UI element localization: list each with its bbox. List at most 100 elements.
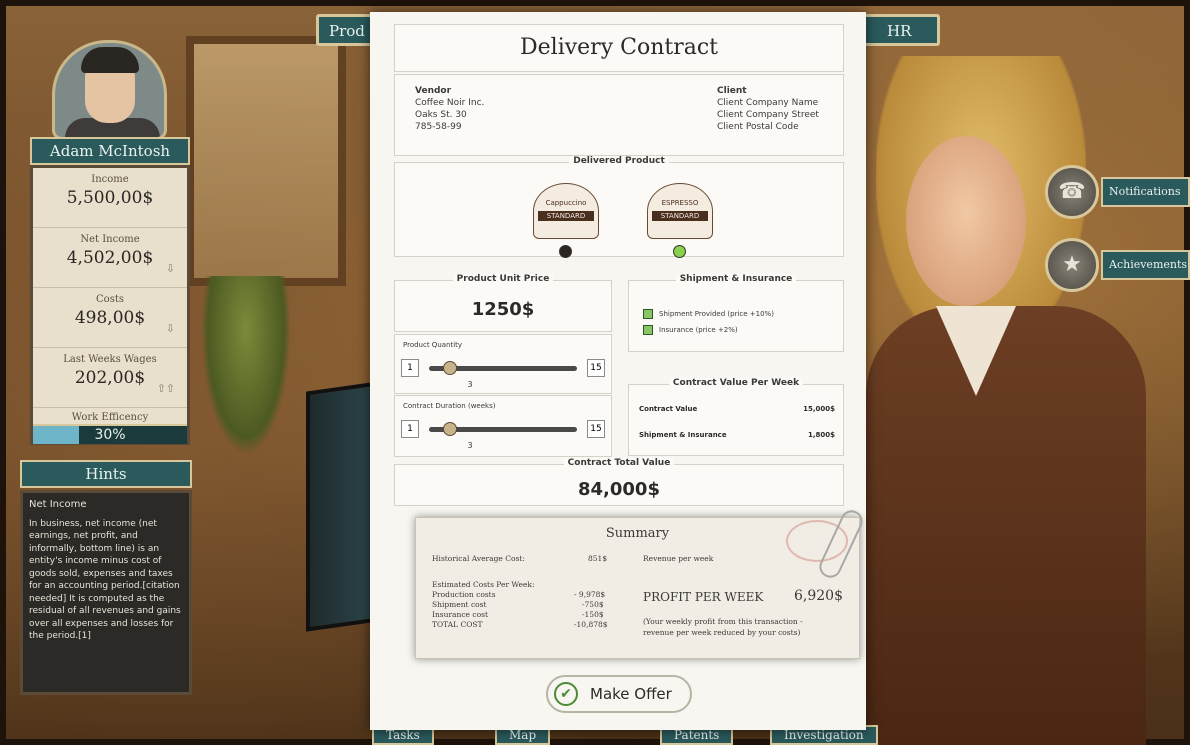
shipment-insurance-box: Shipment & Insurance Shipment Provided (… bbox=[628, 274, 844, 352]
checkmark-icon: ✔ bbox=[554, 682, 578, 706]
avatar-hair bbox=[81, 47, 139, 73]
star-badge-icon: ★ bbox=[1045, 238, 1099, 292]
hints-panel: Net Income In business, net income (net … bbox=[20, 490, 192, 695]
profit-label: PROFIT PER WEEK bbox=[643, 590, 764, 604]
value-per-week-title: Contract Value Per Week bbox=[629, 378, 843, 388]
quantity-box: Product Quantity 1 15 3 bbox=[394, 334, 612, 394]
stat-net-income: Net Income 4,502,00$ ⇩ bbox=[33, 228, 187, 288]
insurance-checkbox[interactable] bbox=[643, 325, 653, 335]
trend-up-icon: ⇧⇧ bbox=[156, 382, 175, 395]
insurance-option-label: Insurance (price +2%) bbox=[659, 326, 738, 334]
tab-hr[interactable]: HR bbox=[862, 14, 940, 46]
stat-costs: Costs 498,00$ ⇩ bbox=[33, 288, 187, 348]
shipment-value-row: Shipment & Insurance 1,800$ bbox=[639, 431, 835, 439]
quantity-min: 1 bbox=[401, 359, 419, 377]
row-label: Shipment & Insurance bbox=[639, 431, 727, 439]
stats-panel: Income 5,500,00$ Net Income 4,502,00$ ⇩ … bbox=[30, 165, 190, 445]
quantity-value: 3 bbox=[467, 380, 473, 389]
total-value-title: Contract Total Value bbox=[395, 458, 843, 468]
efficiency-bar: 30% bbox=[33, 424, 187, 444]
trend-down-icon: ⇩ bbox=[165, 262, 175, 275]
revenue-label: Revenue per week bbox=[643, 554, 714, 563]
character-face bbox=[906, 136, 1026, 306]
vendor-label: Vendor bbox=[415, 86, 452, 96]
stat-label: Costs bbox=[96, 294, 124, 305]
product-name: Cappuccino bbox=[545, 199, 587, 207]
unit-price-value[interactable]: 1250$ bbox=[395, 299, 611, 320]
potted-plant bbox=[201, 276, 291, 456]
player-avatar bbox=[52, 40, 167, 140]
contract-parties: Vendor Coffee Noir Inc. Oaks St. 30 785-… bbox=[394, 74, 844, 156]
duration-min: 1 bbox=[401, 420, 419, 438]
client-label: Client bbox=[717, 86, 747, 96]
notifications-label: Notifications bbox=[1101, 177, 1190, 207]
shipment-option-label: Shipment Provided (price +10%) bbox=[659, 310, 774, 318]
quantity-max: 15 bbox=[587, 359, 605, 377]
total-value: 84,000$ bbox=[578, 479, 660, 500]
duration-slider-handle[interactable] bbox=[443, 422, 458, 436]
telephone-icon: ☎ bbox=[1045, 165, 1099, 219]
stat-label: Last Weeks Wages bbox=[63, 354, 157, 365]
cost-label: Shipment cost bbox=[432, 600, 487, 609]
vendor-street: Oaks St. 30 bbox=[415, 110, 467, 120]
hint-body: In business, net income (net earnings, n… bbox=[29, 518, 181, 642]
product-tier: STANDARD bbox=[652, 211, 708, 221]
product-radio-cappuccino[interactable] bbox=[559, 245, 572, 258]
shipment-checkbox[interactable] bbox=[643, 309, 653, 319]
cost-label: TOTAL COST bbox=[432, 620, 483, 629]
cost-value: -150$ bbox=[582, 610, 604, 619]
achievements-label: Achievements bbox=[1101, 250, 1190, 280]
efficiency-label: Work Efficency bbox=[71, 412, 149, 423]
row-value: 15,000$ bbox=[803, 405, 835, 413]
notifications-button[interactable]: Notifications ☎ bbox=[1045, 165, 1190, 219]
cost-label: Insurance cost bbox=[432, 610, 488, 619]
duration-label: Contract Duration (weeks) bbox=[403, 402, 496, 410]
stat-value: 498,00$ bbox=[74, 308, 146, 328]
duration-max: 15 bbox=[587, 420, 605, 438]
costs-header: Estimated Costs Per Week: bbox=[432, 580, 535, 589]
summary-card: Summary Historical Average Cost: 851$ Re… bbox=[415, 517, 860, 659]
total-value-box: Contract Total Value 84,000$ bbox=[394, 458, 844, 506]
stat-label: Income bbox=[91, 174, 129, 185]
efficiency-value: 30% bbox=[94, 427, 126, 443]
shipment-title: Shipment & Insurance bbox=[629, 274, 843, 284]
client-street: Client Company Street bbox=[717, 110, 819, 120]
contract-value-row: Contract Value 15,000$ bbox=[639, 405, 835, 413]
quantity-label: Product Quantity bbox=[403, 341, 463, 349]
client-character bbox=[866, 26, 1190, 745]
delivered-product-title: Delivered Product bbox=[395, 156, 843, 166]
make-offer-label: Make Offer bbox=[590, 685, 672, 703]
profit-note: (Your weekly profit from this transactio… bbox=[643, 617, 803, 626]
stat-value: 5,500,00$ bbox=[66, 188, 154, 208]
value-per-week-box: Contract Value Per Week Contract Value 1… bbox=[628, 378, 844, 456]
office-window bbox=[186, 36, 346, 286]
espresso-logo[interactable]: ESPRESSO STANDARD bbox=[647, 183, 713, 239]
vendor-info: Vendor Coffee Noir Inc. Oaks St. 30 785-… bbox=[415, 85, 484, 133]
stat-income: Income 5,500,00$ bbox=[33, 168, 187, 228]
make-offer-button[interactable]: ✔ Make Offer bbox=[546, 675, 692, 713]
vendor-name: Coffee Noir Inc. bbox=[415, 98, 485, 108]
product-radio-espresso[interactable] bbox=[673, 245, 686, 258]
contract-title: Delivery Contract bbox=[394, 24, 844, 72]
hints-header: Hints bbox=[20, 460, 192, 488]
summary-title: Summary bbox=[605, 526, 670, 541]
client-name: Client Company Name bbox=[717, 98, 819, 108]
trend-down-icon: ⇩ bbox=[165, 322, 175, 335]
cost-value: -10,878$ bbox=[574, 620, 608, 629]
stat-value: 4,502,00$ bbox=[66, 248, 154, 268]
cost-value: -750$ bbox=[582, 600, 604, 609]
row-value: 1,800$ bbox=[807, 431, 835, 439]
quantity-slider-handle[interactable] bbox=[443, 361, 458, 375]
client-info: Client Client Company Name Client Compan… bbox=[717, 85, 819, 133]
unit-price-title: Product Unit Price bbox=[395, 274, 611, 284]
profit-value: 6,920$ bbox=[794, 588, 843, 604]
achievements-button[interactable]: Achievements ★ bbox=[1045, 238, 1190, 292]
avg-cost-value: 851$ bbox=[588, 554, 608, 563]
player-name: Adam McIntosh bbox=[30, 137, 190, 165]
product-name: ESPRESSO bbox=[661, 199, 699, 207]
profit-note: revenue per week reduced by your costs) bbox=[643, 628, 801, 637]
tab-production[interactable]: Prod bbox=[316, 14, 378, 46]
product-tier: STANDARD bbox=[538, 211, 594, 221]
delivered-product-box: Delivered Product Cappuccino STANDARD ES… bbox=[394, 156, 844, 258]
cappuccino-logo[interactable]: Cappuccino STANDARD bbox=[533, 183, 599, 239]
